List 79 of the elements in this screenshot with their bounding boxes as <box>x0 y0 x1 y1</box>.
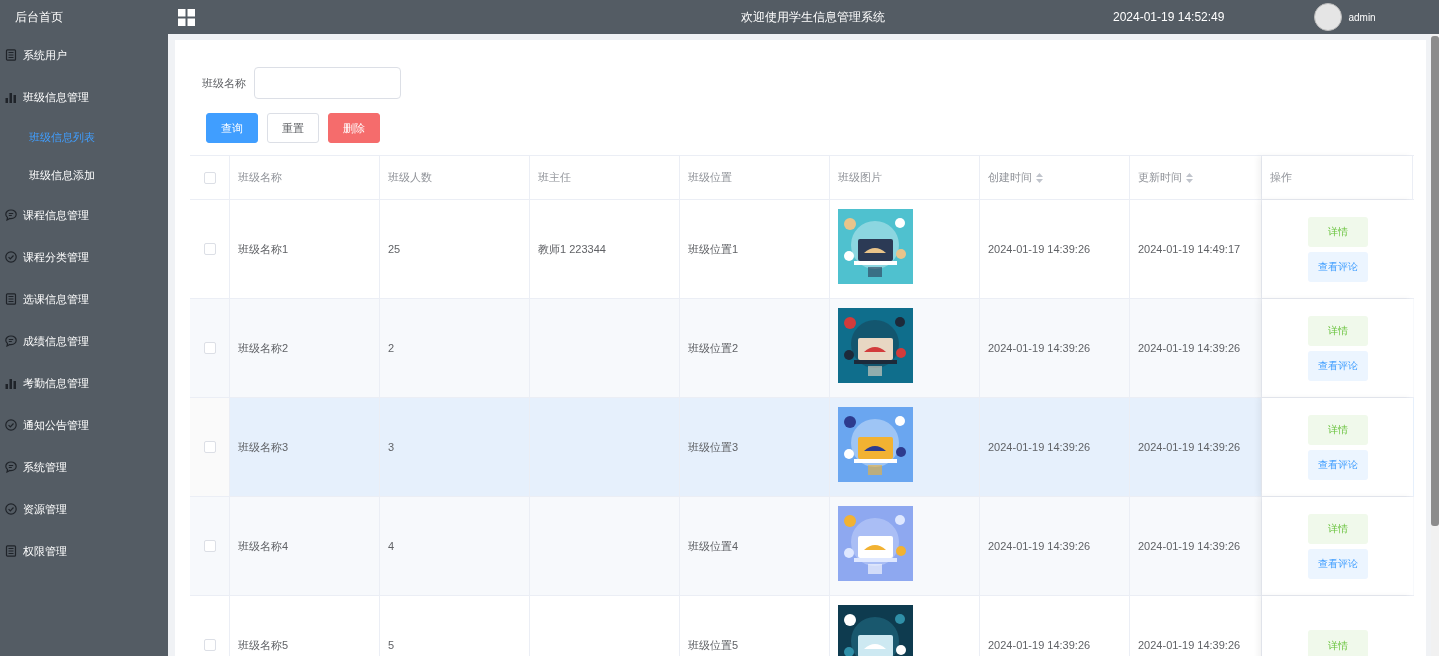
table-cell-text: 3 <box>388 439 395 455</box>
checkbox[interactable] <box>203 342 216 354</box>
check-circle-icon <box>5 419 17 431</box>
column-header: 创建时间 <box>988 170 1032 186</box>
column-header: 班级人数 <box>388 170 432 186</box>
field-label: 班级名称 <box>202 75 246 91</box>
table-cell-text: 2024-01-19 14:39:26 <box>988 637 1091 653</box>
table-cell-text: 2024-01-19 14:39:26 <box>988 241 1091 257</box>
chat-icon <box>5 461 17 473</box>
sidebar-subitem[interactable]: 班级信息添加 <box>0 156 168 194</box>
chat-icon <box>5 335 17 347</box>
table-row[interactable]: 班级名称3 3 班级位置3 2024-01-19 14:39:26 2024-01-19 14:39:26 详情 查看评论 <box>190 398 1414 497</box>
checkbox[interactable] <box>203 540 216 552</box>
sidebar-item[interactable]: 成绩信息管理 <box>0 320 168 362</box>
datetime-text: 2024-01-19 14:52:49 <box>1113 9 1225 26</box>
table-cell-text: 班级位置3 <box>688 439 739 455</box>
sidebar-item[interactable]: 班级信息管理 <box>0 76 168 118</box>
sidebar-item[interactable]: 课程信息管理 <box>0 194 168 236</box>
sidebar-item[interactable]: 权限管理 <box>0 530 168 572</box>
table-cell-text: 班级名称4 <box>238 538 289 554</box>
table-cell-text: 2024-01-19 14:39:26 <box>988 340 1091 356</box>
table-cell-text: 2024-01-19 14:49:17 <box>1138 241 1241 257</box>
table-row[interactable]: 班级名称2 2 班级位置2 2024-01-19 14:39:26 2024-01-19 14:39:26 详情 查看评论 <box>190 299 1414 398</box>
table-cell-text: 2024-01-19 14:39:26 <box>1138 538 1241 554</box>
checkbox[interactable] <box>203 243 216 255</box>
sidebar-item[interactable]: 通知公告管理 <box>0 404 168 446</box>
checkbox[interactable] <box>203 441 216 453</box>
sort-icon[interactable] <box>1186 172 1193 183</box>
toolbar-button[interactable]: 重置 <box>267 113 319 143</box>
sort-icon[interactable] <box>1036 172 1043 183</box>
table-cell-text: 2024-01-19 14:39:26 <box>1138 340 1241 356</box>
table-cell-text: 班级名称5 <box>238 637 289 653</box>
table-cell-text: 5 <box>388 637 395 653</box>
table-cell-text: 2024-01-19 14:39:26 <box>988 439 1091 455</box>
table-cell-text: 班级位置5 <box>688 637 739 653</box>
column-header: 班主任 <box>538 170 571 186</box>
grid-menu-icon[interactable] <box>178 8 195 26</box>
sidebar-item[interactable]: 选课信息管理 <box>0 278 168 320</box>
document-icon <box>5 49 17 61</box>
class-name-field[interactable] <box>254 67 401 99</box>
table-row[interactable]: 班级名称1 25 教师1 223344 班级位置1 2024-01-19 14:39:26 2024-01-19 14:49:17 详情 查看评论 <box>190 200 1414 299</box>
sidebar-item[interactable]: 课程分类管理 <box>0 236 168 278</box>
checkbox[interactable] <box>203 171 216 184</box>
sidebar-item[interactable]: 资源管理 <box>0 488 168 530</box>
check-circle-icon <box>5 503 17 515</box>
column-header: 班级名称 <box>238 170 282 186</box>
table-cell-text: 班级位置4 <box>688 538 739 554</box>
sidebar-item[interactable]: 系统用户 <box>0 34 168 76</box>
chat-icon <box>5 209 17 221</box>
table-cell-text: 班级名称1 <box>238 241 289 257</box>
document-icon <box>5 545 17 557</box>
avatar[interactable] <box>1314 3 1343 31</box>
table-cell-text: 2024-01-19 14:39:26 <box>1138 439 1241 455</box>
table-cell-text: 教师1 223344 <box>538 241 606 257</box>
document-icon <box>5 293 17 305</box>
bar-chart-icon <box>5 91 17 103</box>
table-cell-text: 2024-01-19 14:39:26 <box>1138 637 1241 653</box>
table-cell-text: 班级位置1 <box>688 241 739 257</box>
check-circle-icon <box>5 251 17 263</box>
sidebar-item[interactable]: 考勤信息管理 <box>0 362 168 404</box>
sidebar-item[interactable]: 系统管理 <box>0 446 168 488</box>
table-cell-text: 2 <box>388 340 395 356</box>
sidebar-home-item[interactable]: 后台首页 <box>0 0 168 34</box>
table-cell-text: 2024-01-19 14:39:26 <box>988 538 1091 554</box>
username-text: admin <box>1348 10 1376 25</box>
table-cell-text: 班级位置2 <box>688 340 739 356</box>
column-header: 更新时间 <box>1138 170 1182 186</box>
column-header: 班级位置 <box>688 170 732 186</box>
column-header: 班级图片 <box>838 170 882 186</box>
table-row[interactable]: 班级名称4 4 班级位置4 2024-01-19 14:39:26 2024-01-19 14:39:26 详情 查看评论 <box>190 497 1414 596</box>
table-cell-text: 班级名称2 <box>238 340 289 356</box>
checkbox[interactable] <box>203 639 216 651</box>
system-title: 欢迎使用学生信息管理系统 <box>741 9 885 26</box>
column-header: 操作 <box>1270 170 1292 186</box>
table-cell-text: 班级名称3 <box>238 439 289 455</box>
scrollbar[interactable] <box>1431 34 1439 656</box>
table-cell-text: 25 <box>388 241 401 257</box>
table-cell-text: 4 <box>388 538 395 554</box>
bar-chart-icon <box>5 377 17 389</box>
